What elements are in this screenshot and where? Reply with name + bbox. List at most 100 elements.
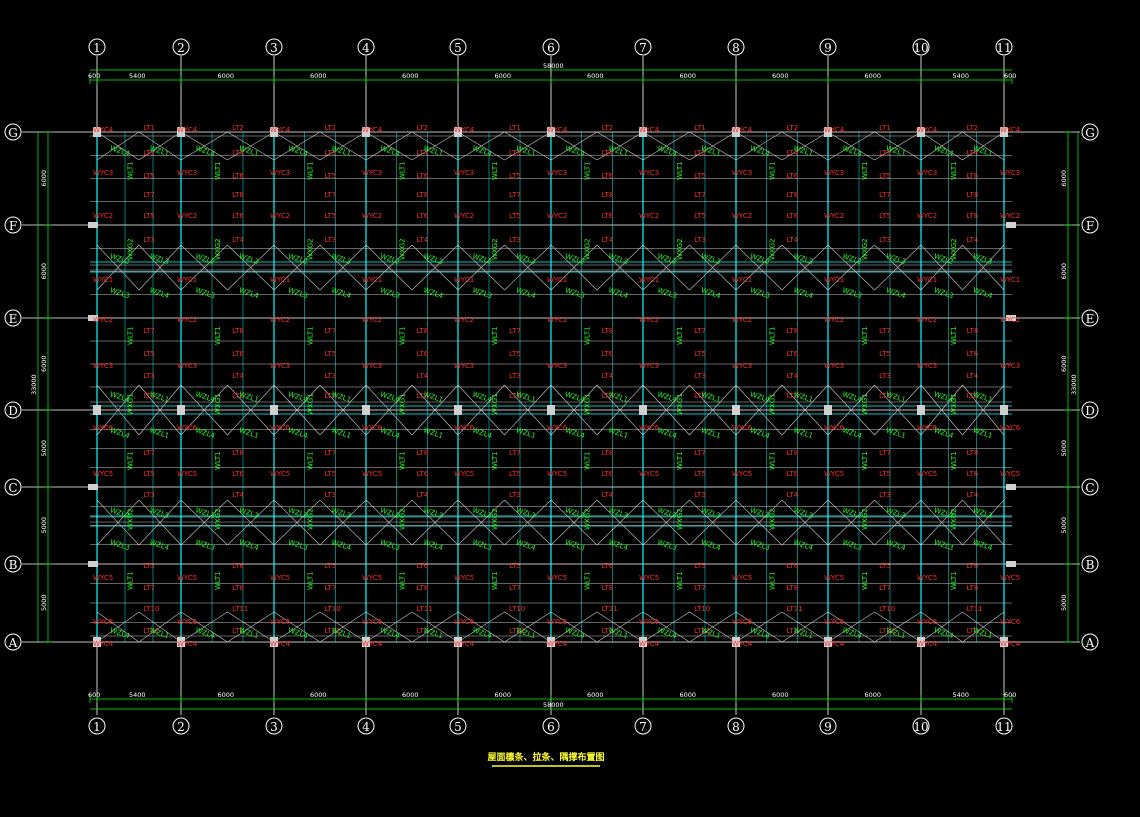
wyc-label: WYC3 (917, 362, 937, 370)
wzl-label: WZL3 (933, 286, 955, 300)
top-dimension-text: 6000 (772, 72, 789, 80)
lt-label: LT8 (787, 327, 799, 335)
wyc-label: WYC3 (639, 362, 659, 370)
axis-bubble-label: 1 (93, 41, 101, 55)
wyc-label: WYC1 (639, 276, 659, 284)
axis-bubble-11: 11 (995, 717, 1013, 735)
vertical-label: WLT1 (676, 161, 684, 180)
wyc-label: WYC5 (824, 470, 844, 478)
lt-label: LT4 (417, 491, 429, 499)
bottom-dimension-text: 6000 (402, 691, 419, 699)
wzl-label: WZL4 (515, 286, 537, 300)
vertical-label: WLT1 (950, 451, 958, 470)
lt-label: LT3 (143, 372, 155, 380)
wzl-label: WZL1 (700, 426, 722, 440)
wzl-label: WZL4 (700, 286, 722, 300)
wzl-label: WZL3 (607, 252, 629, 266)
wzl-label: WZL3 (564, 286, 586, 300)
edge-plate (1006, 561, 1016, 567)
wyc-label: WYC5 (639, 574, 659, 582)
lt-label: LT3 (509, 236, 521, 244)
column-base-plate (824, 405, 832, 415)
wzl-label: WZL3 (656, 538, 678, 552)
wyc-label: WYC5 (547, 574, 567, 582)
right-dimension-text: 6000 (1060, 170, 1068, 187)
lt-label: LT6 (787, 350, 799, 358)
wzl-label: WZL1 (792, 426, 814, 440)
wzl-label: WZL4 (933, 426, 955, 440)
lt-label: LT4 (787, 236, 799, 244)
bottom-dimension-text: 6000 (218, 691, 235, 699)
wzl-label: WZL4 (933, 144, 955, 158)
wzl-label: WZL3 (841, 538, 863, 552)
wyc-label: WYC1 (454, 276, 474, 284)
lt-label: LT8 (417, 191, 429, 199)
lt-label: LT3 (325, 236, 337, 244)
vertical-label: WXG2 (399, 238, 407, 260)
lt-label: LT6 (602, 470, 614, 478)
lt-label: LT2 (967, 124, 979, 132)
vertical-label: WXG1 (769, 393, 777, 415)
lt-label: LT8 (967, 449, 979, 457)
lt-label: LT5 (879, 470, 891, 478)
wzl-label: WZL4 (422, 286, 444, 300)
axis-bubble-label: B (9, 558, 18, 572)
wzl-label: WZL3 (238, 252, 260, 266)
top-dimension-text: 5400 (953, 72, 970, 80)
wzl-label: WZL3 (287, 538, 309, 552)
caption-text: 屋面檩条、拉条、隅撑布置图 (487, 751, 604, 763)
right-dimension-text: 6000 (1060, 355, 1068, 372)
vertical-label: WXG2 (584, 238, 592, 260)
wzl-label: WZL1 (972, 426, 994, 440)
wyc-label: WYC6 (270, 618, 291, 626)
vertical-label: WXG2 (861, 508, 869, 530)
axis-bubble-6: 6 (542, 38, 560, 56)
vertical-label: WXG2 (676, 508, 684, 530)
lt-label: LT3 (325, 372, 337, 380)
axis-bubble-8: 8 (727, 717, 745, 735)
wzl-label: WZL4 (656, 626, 678, 640)
right-dimension-text: 5000 (1060, 517, 1068, 534)
wyc-label: WYC4 (917, 640, 938, 648)
lt-label: LT7 (509, 327, 521, 335)
wyc-label: WYC6 (177, 618, 198, 626)
vertical-label: WXG2 (584, 508, 592, 530)
lt-label: LT8 (602, 449, 614, 457)
lt-label: LT5 (509, 350, 521, 358)
wyc-label: WYC5 (362, 574, 382, 582)
wzl-label: WZL4 (749, 144, 771, 158)
bottom-dimension-text: 6000 (680, 691, 697, 699)
axis-bubble-4: 4 (357, 38, 375, 56)
lt-label: LT8 (967, 584, 979, 592)
wzl-label: WZL4 (749, 426, 771, 440)
axis-bubble-B: B (1081, 555, 1099, 573)
lt-label: LT11 (967, 605, 983, 613)
axis-bubble-3: 3 (265, 717, 283, 735)
wyc-label: WYC2 (362, 316, 382, 324)
wyc-label: WYC3 (732, 362, 752, 370)
axis-bubble-F: F (1081, 216, 1099, 234)
wzl-label: WZL2 (471, 506, 493, 520)
wyc-label: WYC4 (1000, 126, 1021, 134)
axis-bubble-label: A (8, 636, 18, 650)
lt-label: LT7 (325, 327, 337, 335)
wyc-label: WYC2 (547, 316, 567, 324)
lt-label: LT6 (232, 562, 244, 570)
lt-label: LT8 (787, 191, 799, 199)
vertical-label: WXG2 (126, 508, 134, 530)
vertical-label: WXG2 (769, 508, 777, 530)
wyc-label: WYC1 (93, 276, 113, 284)
wyc-label: WYC4 (547, 640, 568, 648)
lt-label: LT7 (694, 327, 706, 335)
wzl-label: WZL4 (287, 626, 309, 640)
wzl-label: WZL4 (972, 538, 994, 552)
wzl-label: WZL1 (330, 426, 352, 440)
lt-label: LT5 (879, 562, 891, 570)
lt-label: LT6 (787, 172, 799, 180)
axis-bubble-label: D (1085, 404, 1095, 418)
lt-label: LT8 (967, 327, 979, 335)
axis-bubble-6: 6 (542, 717, 560, 735)
top-dimension-text: 6000 (865, 72, 882, 80)
wyc-label: WYC2 (639, 316, 659, 324)
vertical-label: WLT1 (399, 161, 407, 180)
